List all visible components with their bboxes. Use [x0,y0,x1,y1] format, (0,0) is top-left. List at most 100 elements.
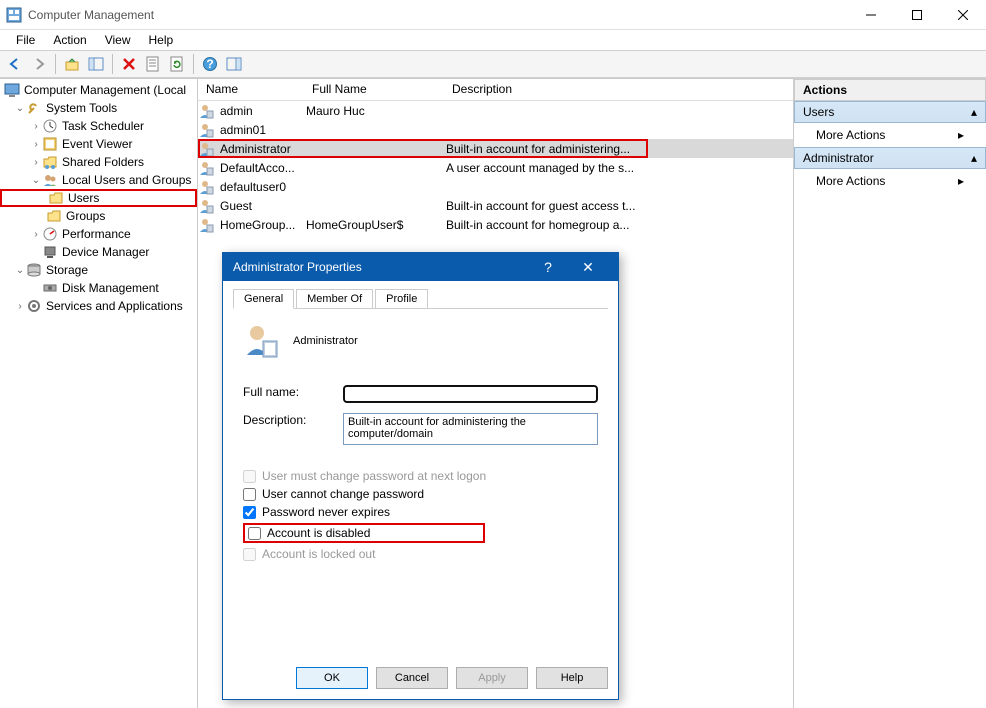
tree-systools[interactable]: ⌄System Tools [0,99,197,117]
tree-root[interactable]: Computer Management (Local [0,81,197,99]
chk-mustchange-row: User must change password at next logon [243,469,598,483]
chk-mustchange [243,470,256,483]
col-description[interactable]: Description [444,79,793,100]
dialog-close-button[interactable]: ✕ [568,259,608,276]
tree-storage[interactable]: ⌄Storage [0,261,197,279]
eventviewer-icon [42,136,58,152]
minimize-button[interactable] [848,0,894,29]
tree-localusers[interactable]: ⌄Local Users and Groups [0,171,197,189]
expand-icon[interactable]: › [30,121,42,132]
collapse-icon[interactable]: ⌄ [14,103,26,114]
cell-fullname: Mauro Huc [302,104,442,118]
properties-button[interactable] [142,53,164,75]
tree-taskscheduler[interactable]: ›Task Scheduler [0,117,197,135]
tree-devicemgr[interactable]: Device Manager [0,243,197,261]
storage-icon [26,262,42,278]
user-icon [198,198,214,214]
cell-name: HomeGroup... [216,218,302,232]
user-row[interactable]: DefaultAcco...A user account managed by … [198,158,793,177]
col-name[interactable]: Name [198,79,304,100]
tree-users[interactable]: Users [0,189,197,207]
chevron-right-icon: ▸ [958,128,964,142]
chk-disabled[interactable] [248,527,261,540]
cell-name: defaultuser0 [216,180,302,194]
tab-memberof[interactable]: Member Of [296,289,373,308]
forward-button[interactable] [28,53,50,75]
menu-action[interactable]: Action [45,31,94,49]
apply-button[interactable]: Apply [456,667,528,689]
actions-header: Actions [794,79,986,101]
svg-text:?: ? [206,57,213,71]
user-icon [198,217,214,233]
menu-help[interactable]: Help [141,31,182,49]
actions-more2[interactable]: More Actions▸ [794,169,986,193]
sharedfolder-icon [42,154,58,170]
dialog-help-button[interactable]: ? [528,259,568,275]
cancel-button[interactable]: Cancel [376,667,448,689]
close-button[interactable] [940,0,986,29]
disk-icon [42,280,58,296]
up-button[interactable] [61,53,83,75]
tree-services[interactable]: ›Services and Applications [0,297,197,315]
user-row[interactable]: admin01 [198,120,793,139]
tree-eventviewer[interactable]: ›Event Viewer [0,135,197,153]
user-row[interactable]: HomeGroup...HomeGroupUser$Built-in accou… [198,215,793,234]
cell-description: Built-in account for guest access t... [442,199,793,213]
chk-neverexpire-row[interactable]: Password never expires [243,505,598,519]
chk-cannotchange-row[interactable]: User cannot change password [243,487,598,501]
cell-name: admin [216,104,302,118]
menu-file[interactable]: File [8,31,43,49]
show-hide-tree-button[interactable] [85,53,107,75]
chk-locked [243,548,256,561]
cell-name: Guest [216,199,302,213]
tree-diskmgmt[interactable]: Disk Management [0,279,197,297]
actions-users-section[interactable]: Users▴ [794,101,986,123]
show-hide-action-button[interactable] [223,53,245,75]
collapse-icon[interactable]: ⌄ [30,175,42,186]
actions-more1[interactable]: More Actions▸ [794,123,986,147]
user-large-icon [243,323,279,359]
tree-performance[interactable]: ›Performance [0,225,197,243]
chk-neverexpire[interactable] [243,506,256,519]
user-row[interactable]: Guest Built-in account for guest access t… [198,196,793,215]
expand-icon[interactable]: › [30,157,42,168]
col-fullname[interactable]: Full Name [304,79,444,100]
tree-sharedfolders[interactable]: ›Shared Folders [0,153,197,171]
user-icon [198,122,214,138]
description-input[interactable] [343,413,598,445]
chk-disabled-row[interactable]: Account is disabled [248,526,370,540]
delete-button[interactable] [118,53,140,75]
back-button[interactable] [4,53,26,75]
tree-groups[interactable]: Groups [0,207,197,225]
expand-icon[interactable]: › [30,139,42,150]
dialog-titlebar[interactable]: Administrator Properties ? ✕ [223,253,618,281]
dialog-help-btn[interactable]: Help [536,667,608,689]
ok-button[interactable]: OK [296,667,368,689]
users-group-icon [42,172,58,188]
clock-icon [42,118,58,134]
user-row[interactable]: adminMauro Huc [198,101,793,120]
collapse-icon[interactable]: ⌄ [14,265,26,276]
expand-icon[interactable]: › [14,301,26,312]
refresh-button[interactable] [166,53,188,75]
actions-admin-section[interactable]: Administrator▴ [794,147,986,169]
maximize-button[interactable] [894,0,940,29]
tab-profile[interactable]: Profile [375,289,428,308]
fullname-input[interactable] [343,385,598,403]
chk-cannotchange[interactable] [243,488,256,501]
list-header: Name Full Name Description [198,79,793,101]
tree-pane[interactable]: Computer Management (Local ⌄System Tools… [0,79,198,708]
user-row[interactable]: defaultuser0 [198,177,793,196]
expand-icon[interactable]: › [30,229,42,240]
toolbar: ? [0,50,986,78]
dialog-username: Administrator [293,335,358,347]
cell-name: DefaultAcco... [216,161,302,175]
services-icon [26,298,42,314]
tab-general[interactable]: General [233,289,294,309]
user-row[interactable]: AdministratorBuilt-in account for admini… [198,139,793,158]
window-title: Computer Management [28,8,848,22]
dialog-title: Administrator Properties [233,260,362,274]
help-button[interactable]: ? [199,53,221,75]
menu-view[interactable]: View [97,31,139,49]
cell-name: admin01 [216,123,302,137]
